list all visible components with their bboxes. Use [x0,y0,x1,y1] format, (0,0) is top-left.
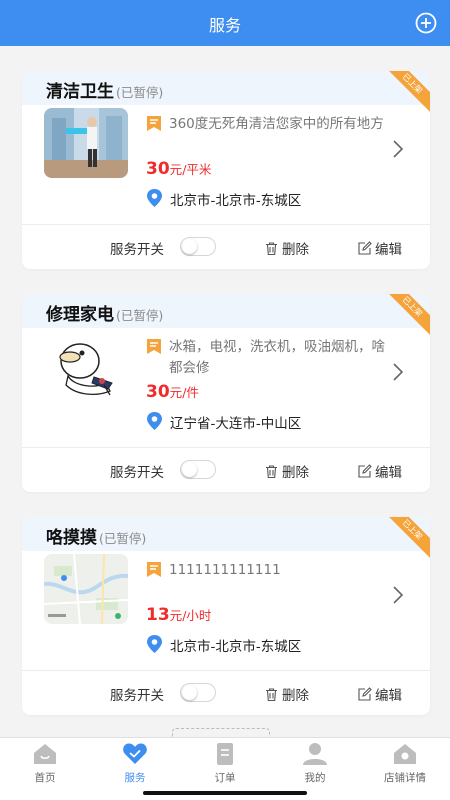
service-price: 30元/平米 [146,159,212,179]
service-card[interactable]: 咯摸摸 (已暂停) 已上架 1111111111111 13元/小时 北京市-北京… [22,517,430,715]
service-description: 冰箱，电视，洗衣机，吸油烟机，啥都会修 [169,339,385,376]
card-actions: 服务开关 删除 编辑 [22,225,430,269]
tab-label: 店铺详情 [384,772,426,784]
delete-label: 删除 [282,242,309,258]
edit-icon [358,687,372,701]
card-actions: 服务开关 删除 编辑 [22,448,430,492]
tab-profile[interactable]: 我的 [270,742,360,788]
chevron-right-icon[interactable] [392,139,404,159]
tab-label: 首页 [34,772,56,784]
service-toggle[interactable] [180,460,216,479]
page-title: 服务 [208,16,241,35]
service-toggle[interactable] [180,237,216,256]
service-description: 1111111111111 [169,562,281,578]
edit-button[interactable]: 编辑 [357,684,402,704]
chevron-right-icon[interactable] [392,362,404,382]
toggle-knob [182,685,197,700]
service-thumbnail [44,331,128,401]
chevron-right-icon[interactable] [392,585,404,605]
location-pin-icon [147,412,162,430]
service-name: 咯摸摸 [46,528,97,548]
home-icon [34,744,56,764]
card-header: 修理家电 (已暂停) 已上架 [22,294,430,341]
card-header: 清洁卫生 (已暂停) 已上架 [22,71,430,118]
service-name: 修理家电 [46,305,114,325]
tab-label: 我的 [304,772,326,784]
tab-label: 订单 [214,772,236,784]
top-bar: 服务 [0,0,450,46]
service-status: (已暂停) [116,308,164,323]
tab-home[interactable]: 首页 [0,742,90,788]
edit-label: 编辑 [375,465,402,481]
service-location: 辽宁省-大连市-中山区 [170,416,302,432]
location-pin-icon [147,635,162,653]
trash-icon [266,465,277,479]
service-switch-label: 服务开关 [110,688,164,704]
tab-store-details[interactable]: 店铺详情 [360,742,450,788]
service-name: 清洁卫生 [46,82,114,102]
service-card[interactable]: 修理家电 (已暂停) 已上架 冰箱，电视，洗衣机，吸油烟机，啥都会修 30元/件 … [22,294,430,492]
service-location: 北京市-北京市-东城区 [170,193,302,209]
service-status: (已暂停) [99,531,147,546]
card-actions: 服务开关 删除 编辑 [22,671,430,715]
edit-icon [358,241,372,255]
profile-icon [303,743,327,765]
listed-ribbon: 已上架 [378,294,430,341]
card-header: 咯摸摸 (已暂停) 已上架 [22,517,430,564]
description-icon [147,339,161,354]
delete-label: 删除 [282,465,309,481]
tab-service[interactable]: 服务 [90,742,180,788]
delete-button[interactable]: 删除 [264,684,309,704]
location-pin-icon [147,189,162,207]
edit-label: 编辑 [375,242,402,258]
tab-label: 服务 [124,772,146,784]
service-status: (已暂停) [116,85,164,100]
add-service-icon[interactable] [415,12,437,34]
delete-label: 删除 [282,688,309,704]
tab-orders[interactable]: 订单 [180,742,270,788]
listed-ribbon: 已上架 [378,517,430,564]
service-toggle[interactable] [180,683,216,702]
service-thumbnail [44,554,128,624]
heart-icon [123,743,147,764]
home-indicator [143,791,307,795]
description-icon [147,562,161,577]
toggle-knob [182,239,197,254]
service-price: 13元/小时 [146,605,212,625]
description-icon [147,116,161,131]
edit-icon [358,464,372,478]
service-thumbnail [44,108,128,178]
delete-button[interactable]: 删除 [264,461,309,481]
trash-icon [266,242,277,256]
service-card[interactable]: 清洁卫生 (已暂停) 已上架 360度无死角清洁您家中的所有地方 30元/平米 北… [22,71,430,269]
service-location: 北京市-北京市-东城区 [170,639,302,655]
service-description: 360度无死角清洁您家中的所有地方 [169,116,384,132]
order-icon [217,743,233,765]
store-icon [394,744,416,764]
service-price: 30元/件 [146,382,199,402]
service-switch-label: 服务开关 [110,242,164,258]
delete-button[interactable]: 删除 [264,238,309,258]
listed-ribbon: 已上架 [378,71,430,118]
toggle-knob [182,462,197,477]
edit-label: 编辑 [375,688,402,704]
trash-icon [266,688,277,702]
edit-button[interactable]: 编辑 [357,238,402,258]
service-switch-label: 服务开关 [110,465,164,481]
edit-button[interactable]: 编辑 [357,461,402,481]
